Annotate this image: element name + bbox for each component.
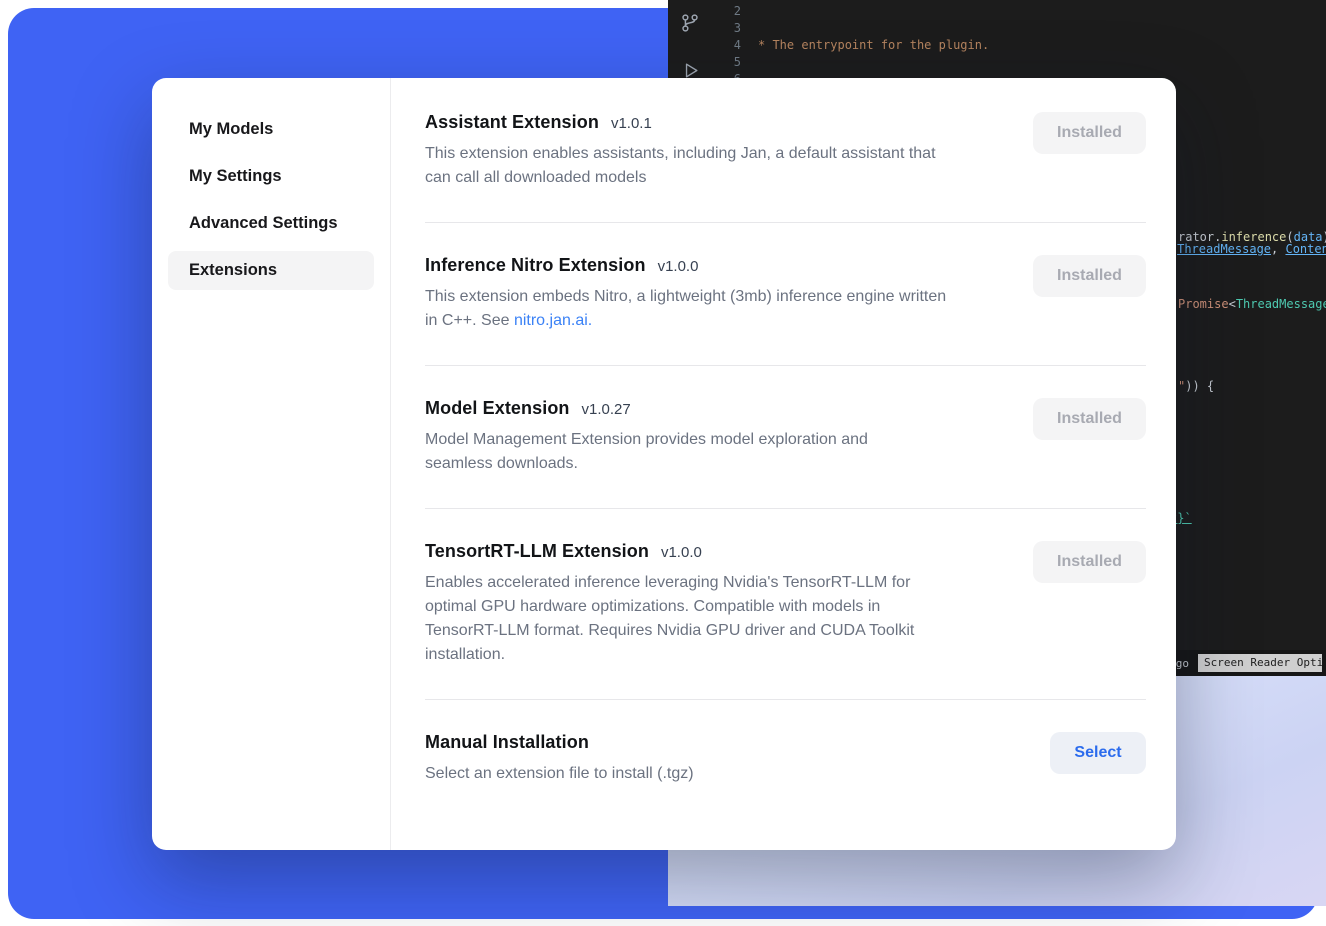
installed-button[interactable]: Installed — [1033, 398, 1146, 440]
extensions-panel: Assistant Extension v1.0.1 This extensio… — [390, 78, 1176, 850]
nitro-jan-ai-link[interactable]: nitro.jan.ai. — [514, 312, 592, 329]
installed-button[interactable]: Installed — [1033, 112, 1146, 154]
extension-name: TensortRT-LLM Extension — [425, 541, 649, 562]
extension-description: Model Management Extension provides mode… — [425, 428, 895, 476]
row-divider — [425, 365, 1146, 366]
extension-version: v1.0.27 — [582, 401, 631, 418]
manual-installation-title: Manual Installation — [425, 732, 589, 753]
extension-version: v1.0.0 — [658, 258, 699, 275]
code-fragment: Promise<ThreadMessage> — [1178, 296, 1326, 313]
installed-button[interactable]: Installed — [1033, 255, 1146, 297]
extension-row-inference-nitro: Inference Nitro Extension v1.0.0 This ex… — [425, 255, 1146, 333]
extension-name: Assistant Extension — [425, 112, 599, 133]
sidebar-item-my-settings[interactable]: My Settings — [168, 157, 374, 196]
extension-description: This extension embeds Nitro, a lightweig… — [425, 285, 955, 333]
extension-row-assistant: Assistant Extension v1.0.1 This extensio… — [425, 112, 1146, 190]
status-bar-text: go — [1176, 655, 1189, 672]
editor-line-numbers: 2 3 4 5 6 — [723, 3, 741, 88]
extension-row-model: Model Extension v1.0.27 Model Management… — [425, 398, 1146, 476]
extension-description: This extension enables assistants, inclu… — [425, 142, 955, 190]
row-divider — [425, 222, 1146, 223]
manual-installation-description: Select an extension file to install (.tg… — [425, 762, 694, 786]
extension-version: v1.0.1 — [611, 115, 652, 132]
settings-sidebar: My Models My Settings Advanced Settings … — [152, 78, 390, 850]
git-branch-icon[interactable] — [679, 12, 701, 39]
description-text: This extension embeds Nitro, a lightweig… — [425, 288, 946, 329]
sidebar-item-extensions[interactable]: Extensions — [168, 251, 374, 290]
code-fragment: rator.inference(data)); — [1178, 229, 1326, 246]
code-fragment: ")) { — [1178, 378, 1214, 395]
sidebar-item-my-models[interactable]: My Models — [168, 110, 374, 149]
extension-description: Enables accelerated inference leveraging… — [425, 571, 955, 667]
select-file-button[interactable]: Select — [1050, 732, 1146, 774]
manual-installation-row: Manual Installation Select an extension … — [425, 732, 1146, 786]
extension-name: Inference Nitro Extension — [425, 255, 646, 276]
extension-name: Model Extension — [425, 398, 570, 419]
sidebar-item-advanced-settings[interactable]: Advanced Settings — [168, 204, 374, 243]
settings-modal: My Models My Settings Advanced Settings … — [152, 78, 1176, 850]
screenshot-stage: 2 3 4 5 6 * The entrypoint for the plugi… — [0, 0, 1326, 926]
code-line: * The entrypoint for the plugin. — [758, 37, 1326, 54]
extension-row-tensorrt-llm: TensortRT-LLM Extension v1.0.0 Enables a… — [425, 541, 1146, 667]
row-divider — [425, 699, 1146, 700]
row-divider — [425, 508, 1146, 509]
screen-reader-status-chip[interactable]: Screen Reader Optimized — [1198, 654, 1322, 672]
installed-button[interactable]: Installed — [1033, 541, 1146, 583]
extension-version: v1.0.0 — [661, 544, 702, 561]
